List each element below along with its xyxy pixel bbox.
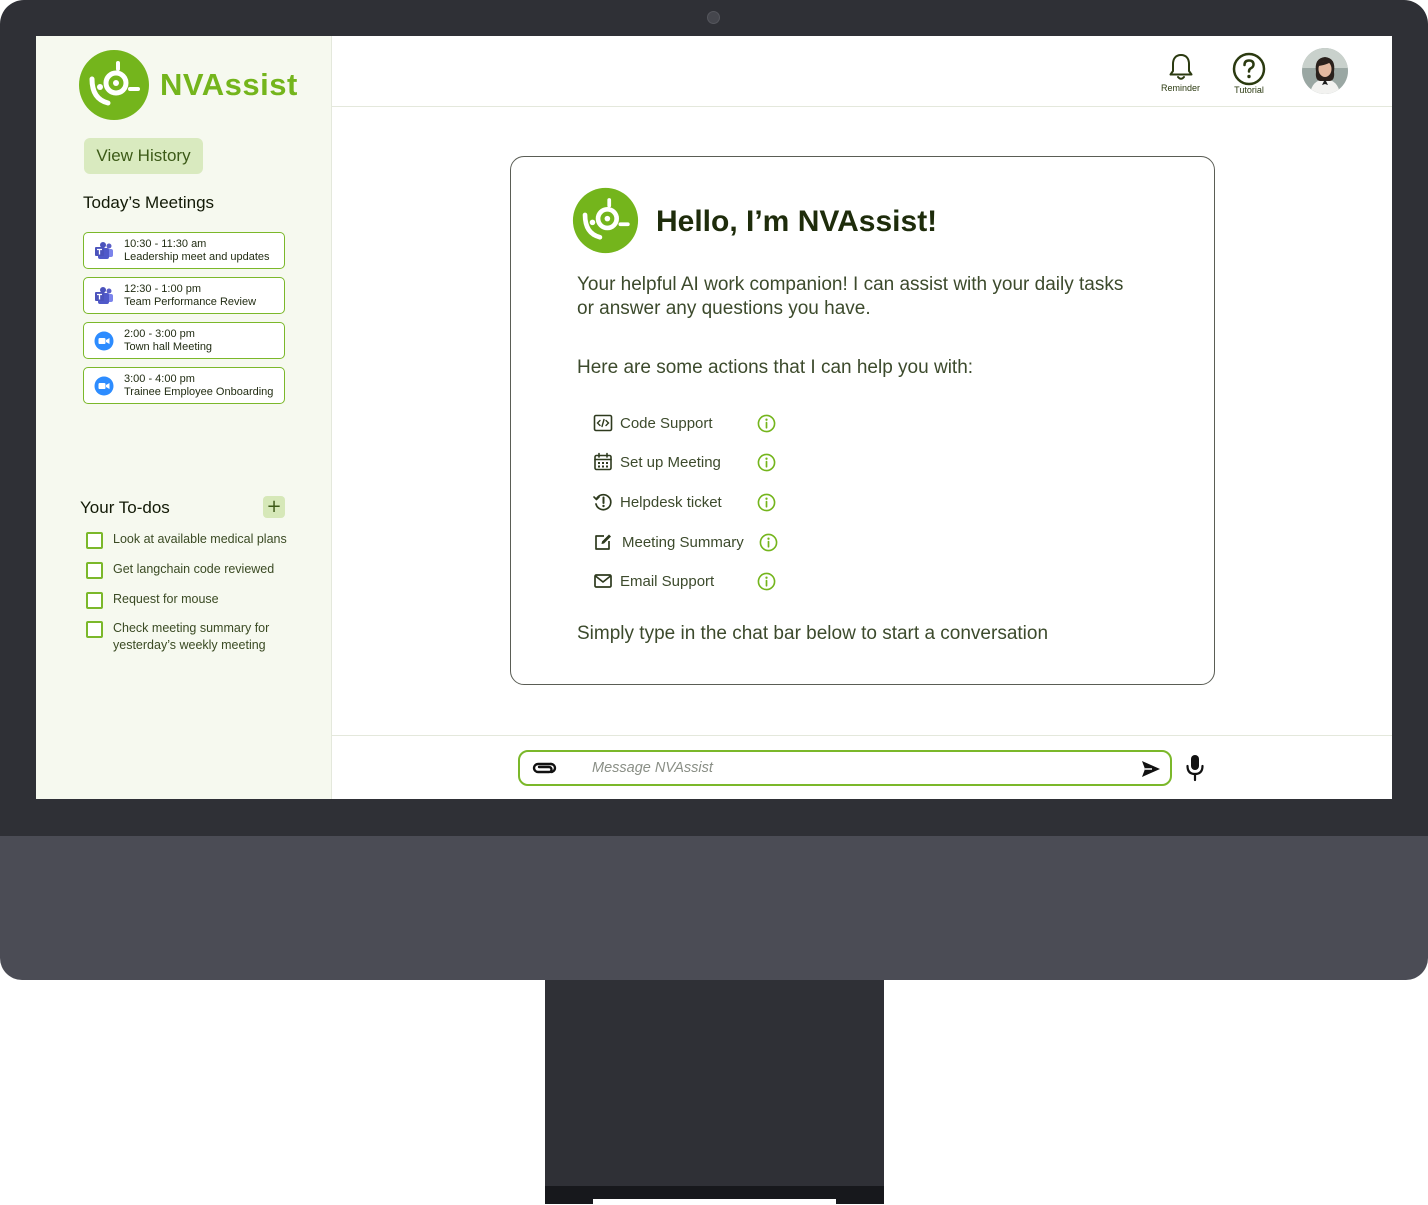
alert-history-icon [593,493,612,511]
meeting-time: 12:30 - 1:00 pm [124,282,202,295]
info-icon[interactable] [759,533,778,552]
meeting-time: 10:30 - 11:30 am [124,237,207,250]
action-label: Meeting Summary [622,533,744,551]
meeting-item[interactable]: 10:30 - 11:30 am Leadership meet and upd… [83,232,285,269]
chat-bar [332,735,1392,799]
todo-text: Check meeting summary for yesterday’s we… [113,621,270,652]
welcome-intro: Your helpful AI work companion! I can as… [577,274,1124,319]
send-icon[interactable] [1140,758,1162,780]
action-label: Helpdesk ticket [620,493,722,511]
teams-icon [95,241,113,259]
welcome-prompt: Here are some actions that I can help yo… [577,357,974,378]
camera-icon [707,11,720,24]
zoom-icon [94,331,114,350]
info-icon[interactable] [757,493,776,512]
mail-icon [594,574,612,588]
welcome-footer: Simply type in the chat bar below to sta… [577,623,1049,644]
tutorial-label: Tutorial [1234,85,1264,95]
calendar-icon [594,452,612,471]
meeting-time: 3:00 - 4:00 pm [124,372,195,385]
action-code-support[interactable]: Code Support [593,413,776,433]
action-label: Email Support [620,572,715,590]
question-circle-icon [1232,52,1266,86]
reminder-button[interactable]: Reminder [1161,52,1200,93]
monitor-stand-base [545,1186,884,1204]
meeting-title: Leadership meet and updates [124,250,270,263]
todo-item: Check meeting summary for yesterday’s we… [86,620,293,654]
todo-checkbox[interactable] [86,621,103,638]
app-screen: NVAssist View History Today’s Meetings 1… [36,36,1392,799]
todo-item: Look at available medical plans [86,531,293,549]
meeting-title: Trainee Employee Onboarding [124,385,274,398]
chat-input-container [518,750,1172,786]
meeting-item[interactable]: 12:30 - 1:00 pm Team Performance Review [83,277,285,314]
bell-icon [1169,54,1192,80]
view-history-button[interactable]: View History [84,138,203,174]
meetings-title: Today’s Meetings [83,193,215,212]
app-name: NVAssist [160,67,298,102]
sidebar: NVAssist View History Today’s Meetings 1… [36,36,332,799]
action-email-support[interactable]: Email Support [593,571,776,591]
top-bar: Reminder Tutorial [332,36,1392,107]
todo-text: Get langchain code reviewed [113,562,275,576]
todo-item: Request for mouse [86,591,293,609]
teams-icon [95,286,113,304]
zoom-icon [94,376,114,395]
welcome-title: Hello, I’m NVAssist! [656,205,938,238]
monitor-stand [545,980,884,1188]
info-icon[interactable] [757,414,776,433]
add-todo-button[interactable]: + [263,496,285,518]
meeting-item[interactable]: 3:00 - 4:00 pm Trainee Employee Onboardi… [83,367,285,404]
nvassist-logo-icon [572,187,639,254]
action-label: Set up Meeting [620,453,721,471]
info-icon[interactable] [757,572,776,591]
meeting-title: Town hall Meeting [124,340,213,353]
todo-checkbox[interactable] [86,562,103,579]
meeting-title: Team Performance Review [124,295,257,308]
todo-text: Request for mouse [113,592,219,606]
meeting-item[interactable]: 2:00 - 3:00 pm Town hall Meeting [83,322,285,359]
edit-note-icon [595,534,611,550]
message-input[interactable] [592,758,1092,778]
microphone-icon[interactable] [1184,754,1206,782]
action-label: Code Support [620,414,713,432]
action-meeting-summary[interactable]: Meeting Summary [593,532,778,552]
tutorial-button[interactable]: Tutorial [1232,52,1266,95]
welcome-card: Hello, I’m NVAssist! Your helpful AI wor… [510,156,1215,685]
todo-checkbox[interactable] [86,532,103,549]
monitor-chin [0,836,1428,980]
action-set-up-meeting[interactable]: Set up Meeting [593,452,776,472]
todo-item: Get langchain code reviewed [86,561,293,579]
avatar[interactable] [1302,48,1348,94]
meeting-time: 2:00 - 3:00 pm [124,327,195,340]
info-icon[interactable] [757,453,776,472]
nvassist-logo-icon [79,50,149,120]
app-logo[interactable]: NVAssist [78,49,298,121]
todo-checkbox[interactable] [86,592,103,609]
reminder-label: Reminder [1161,83,1201,93]
user-avatar-icon [1302,48,1348,94]
code-icon [593,414,613,432]
action-helpdesk-ticket[interactable]: Helpdesk ticket [593,492,776,512]
todos-title: Your To-dos [80,498,170,517]
attach-icon[interactable] [529,756,557,780]
todo-text: Look at available medical plans [113,532,287,546]
